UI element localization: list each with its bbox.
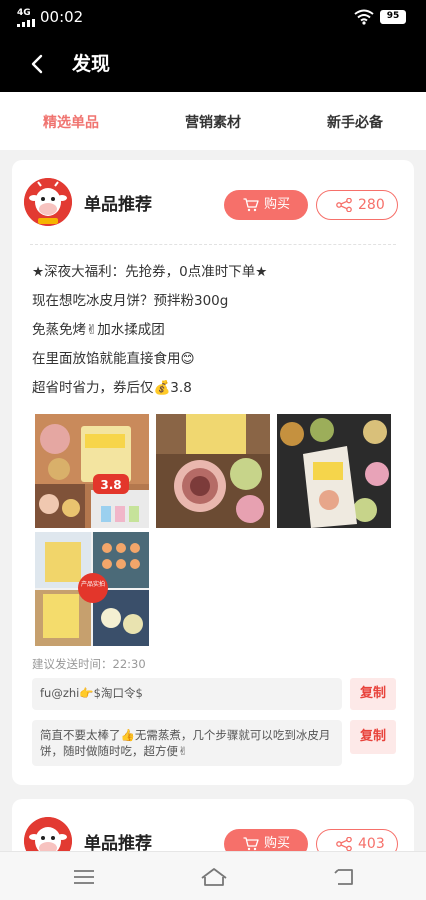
clock: 00:02: [40, 8, 84, 26]
share-button[interactable]: 280: [316, 190, 398, 220]
status-bar: 4G 00:02 95: [0, 0, 426, 36]
page-title: 发现: [72, 53, 111, 75]
return-icon[interactable]: [332, 866, 356, 888]
post-line: ★深夜大福利：先抢券，0点准时下单★: [32, 264, 268, 280]
cart-icon: [243, 198, 259, 212]
mooncake-mix-package-image: [277, 414, 391, 528]
post-line: 现在想吃冰皮月饼？预拌粉300g: [32, 293, 229, 309]
product-image-4[interactable]: 产品实拍: [35, 532, 149, 646]
battery-indicator: 95: [380, 10, 406, 24]
copy-button[interactable]: 复制: [350, 678, 396, 710]
tab-bar: 精选单品 营销素材 新手必备: [0, 92, 426, 150]
system-nav-bar: [0, 851, 426, 900]
price-tag-label: 3.8: [100, 478, 121, 492]
buy-button[interactable]: 购买: [224, 190, 308, 220]
post-line: 在里面放馅就能直接食用😊: [32, 351, 195, 367]
copy-text: fu@zhi👉$淘口令$: [32, 678, 342, 710]
product-image-2[interactable]: [156, 414, 270, 528]
share-icon: [336, 198, 352, 212]
post-line: 免蒸免烤✌加水揉成团: [32, 322, 165, 338]
wifi-icon: [354, 9, 374, 25]
product-image-1[interactable]: 3.8: [35, 414, 149, 528]
copy-button[interactable]: 复制: [350, 720, 396, 754]
share-count: 280: [358, 197, 385, 213]
post-card: 单品推荐 购买 280 ★深夜大福利：先抢券，0点准时下单★ 现在想吃冰皮月饼？…: [12, 160, 414, 785]
post-title: 单品推荐: [84, 195, 152, 215]
post-line: 超省时省力，券后仅💰3.8: [32, 380, 192, 396]
divider: [30, 244, 396, 245]
menu-icon[interactable]: [72, 866, 96, 888]
copy-row-code: fu@zhi👉$淘口令$ 复制: [32, 678, 396, 710]
buy-button-label: 购买: [264, 197, 291, 212]
tab-featured-items[interactable]: 精选单品: [0, 92, 142, 150]
cow-mascot-icon: [24, 178, 72, 226]
share-icon: [336, 837, 352, 851]
copy-row-description: 简直不要太棒了👍无需蒸煮，几个步骤就可以吃到冰皮月饼，随时做随时吃，超方便✌ 复…: [32, 720, 396, 766]
tab-marketing-materials[interactable]: 营销素材: [142, 92, 284, 150]
back-arrow-icon[interactable]: [26, 52, 50, 76]
product-image-3[interactable]: [277, 414, 391, 528]
mooncake-mix-collage-image: 3.8: [35, 414, 149, 528]
copy-text: 简直不要太棒了👍无需蒸煮，几个步骤就可以吃到冰皮月饼，随时做随时吃，超方便✌: [32, 720, 342, 766]
tab-beginner-guide[interactable]: 新手必备: [284, 92, 426, 150]
photo-badge-label: 产品实拍: [81, 580, 105, 588]
cart-icon: [243, 837, 259, 851]
mooncake-pastry-image: [156, 414, 270, 528]
page-header: 发现: [0, 36, 426, 92]
product-collage-image: 产品实拍: [35, 532, 149, 646]
avatar[interactable]: [24, 178, 72, 226]
home-icon[interactable]: [200, 866, 228, 888]
post-text: ★深夜大福利：先抢券，0点准时下单★ 现在想吃冰皮月饼？预拌粉300g 免蒸免烤…: [32, 258, 402, 403]
suggested-send-time: 建议发送时间：22:30: [32, 657, 146, 671]
signal-icon: [17, 19, 35, 27]
network-indicator: 4G: [17, 8, 31, 18]
